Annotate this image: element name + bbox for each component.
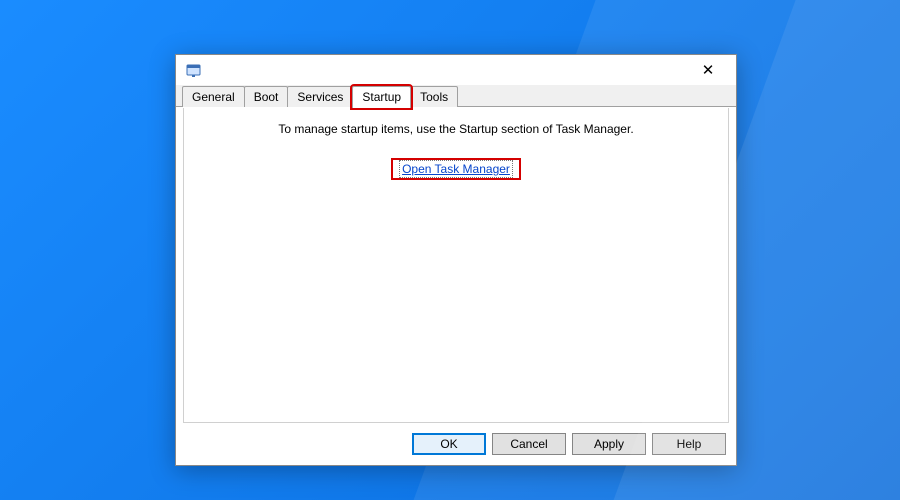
dialog-button-row: OK Cancel Apply Help — [412, 433, 726, 455]
msconfig-icon — [186, 62, 202, 78]
tab-services[interactable]: Services — [287, 86, 353, 107]
help-button[interactable]: Help — [652, 433, 726, 455]
desktop-background: ✕ General Boot Services Startup Tools To… — [0, 0, 900, 500]
tab-strip: General Boot Services Startup Tools — [176, 85, 736, 108]
link-row: Open Task Manager — [184, 158, 728, 180]
ok-button[interactable]: OK — [412, 433, 486, 455]
msconfig-dialog: ✕ General Boot Services Startup Tools To… — [175, 54, 737, 466]
tab-boot[interactable]: Boot — [244, 86, 289, 107]
link-highlight-box: Open Task Manager — [391, 158, 521, 180]
tab-startup[interactable]: Startup — [352, 86, 411, 108]
cancel-button[interactable]: Cancel — [492, 433, 566, 455]
tab-tools[interactable]: Tools — [410, 86, 458, 107]
tab-general[interactable]: General — [182, 86, 245, 107]
titlebar: ✕ — [176, 55, 736, 85]
apply-button[interactable]: Apply — [572, 433, 646, 455]
startup-pane: To manage startup items, use the Startup… — [183, 108, 729, 423]
close-button[interactable]: ✕ — [688, 56, 728, 84]
open-task-manager-link[interactable]: Open Task Manager — [399, 160, 513, 178]
pane-content: To manage startup items, use the Startup… — [184, 108, 728, 180]
startup-message: To manage startup items, use the Startup… — [184, 122, 728, 136]
